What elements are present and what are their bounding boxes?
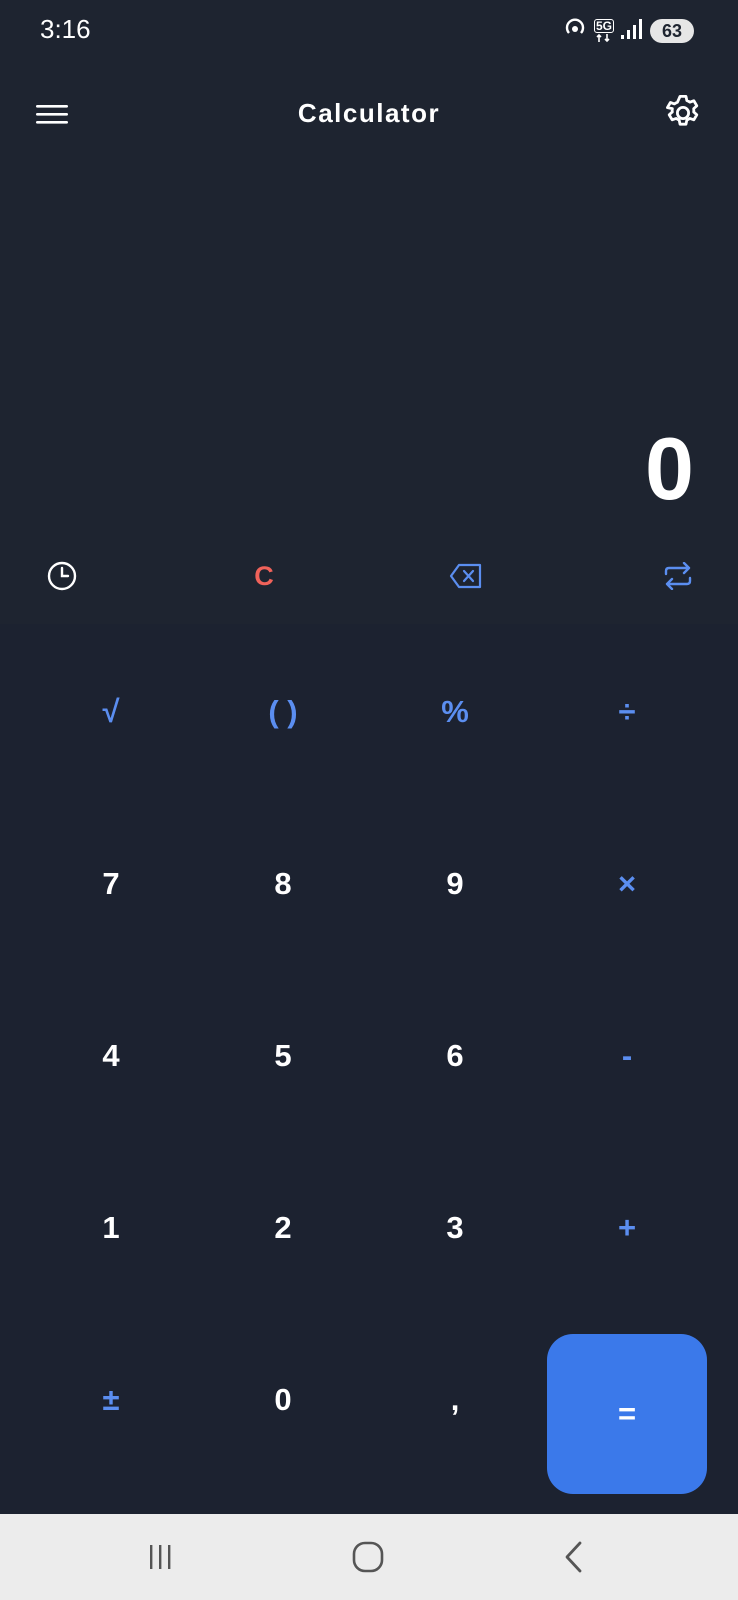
key-parentheses[interactable]: ( )	[203, 632, 363, 792]
back-button[interactable]	[546, 1532, 602, 1582]
swap-arrows-icon	[664, 562, 692, 590]
utility-row: C	[0, 540, 738, 612]
navigation-bar	[0, 1514, 738, 1600]
backspace-icon	[449, 563, 482, 589]
key-percent[interactable]: %	[375, 632, 535, 792]
history-button[interactable]	[32, 550, 92, 602]
convert-button[interactable]	[648, 550, 708, 602]
page-title: Calculator	[297, 98, 441, 128]
clock-icon	[47, 561, 77, 591]
key-divide[interactable]: ÷	[547, 632, 707, 792]
hotspot-icon	[562, 16, 588, 47]
clear-label: C	[254, 560, 274, 591]
calculator-screen: 3:16 5G 63 Calculator 0 C √ () % ÷ 7 8 …	[0, 0, 738, 1600]
home-button[interactable]	[340, 1532, 396, 1582]
settings-button[interactable]	[662, 92, 706, 136]
key-4[interactable]: 4	[31, 976, 191, 1136]
status-time: 3:16	[40, 14, 91, 44]
key-2[interactable]: 2	[203, 1148, 363, 1308]
key-9[interactable]: 9	[375, 804, 535, 964]
network-5g-icon: 5G	[593, 19, 614, 43]
key-add[interactable]: +	[547, 1148, 707, 1308]
key-5[interactable]: 5	[203, 976, 363, 1136]
battery-icon: 63	[650, 19, 694, 43]
key-1[interactable]: 1	[31, 1148, 191, 1308]
signal-icon	[620, 17, 644, 46]
key-0[interactable]: 0	[203, 1320, 363, 1480]
key-3[interactable]: 3	[375, 1148, 535, 1308]
clear-button[interactable]: C	[234, 550, 294, 602]
key-plus-minus[interactable]: ±	[31, 1320, 191, 1480]
key-7[interactable]: 7	[31, 804, 191, 964]
status-bar: 3:16 5G 63	[0, 0, 738, 62]
key-multiply[interactable]: ×	[547, 804, 707, 964]
app-bar: Calculator	[0, 74, 738, 154]
keypad: √ ( ) % ÷ 7 8 9 × 4 5 6 - 1 2 3 + ± 0 , …	[0, 624, 738, 1514]
key-decimal[interactable]: ,	[375, 1320, 535, 1480]
key-6[interactable]: 6	[375, 976, 535, 1136]
key-8[interactable]: 8	[203, 804, 363, 964]
recents-button[interactable]	[132, 1532, 188, 1582]
back-icon	[565, 1541, 582, 1573]
key-equals[interactable]: =	[547, 1334, 707, 1494]
result-display: 0	[645, 419, 694, 518]
network-label: 5G	[593, 19, 614, 33]
key-square-root[interactable]: √	[31, 632, 191, 792]
status-icons: 5G 63	[562, 16, 694, 46]
gear-icon	[666, 94, 699, 126]
recents-icon	[150, 1545, 171, 1569]
backspace-button[interactable]	[436, 550, 496, 602]
key-subtract[interactable]: -	[547, 976, 707, 1136]
home-icon	[352, 1541, 384, 1573]
